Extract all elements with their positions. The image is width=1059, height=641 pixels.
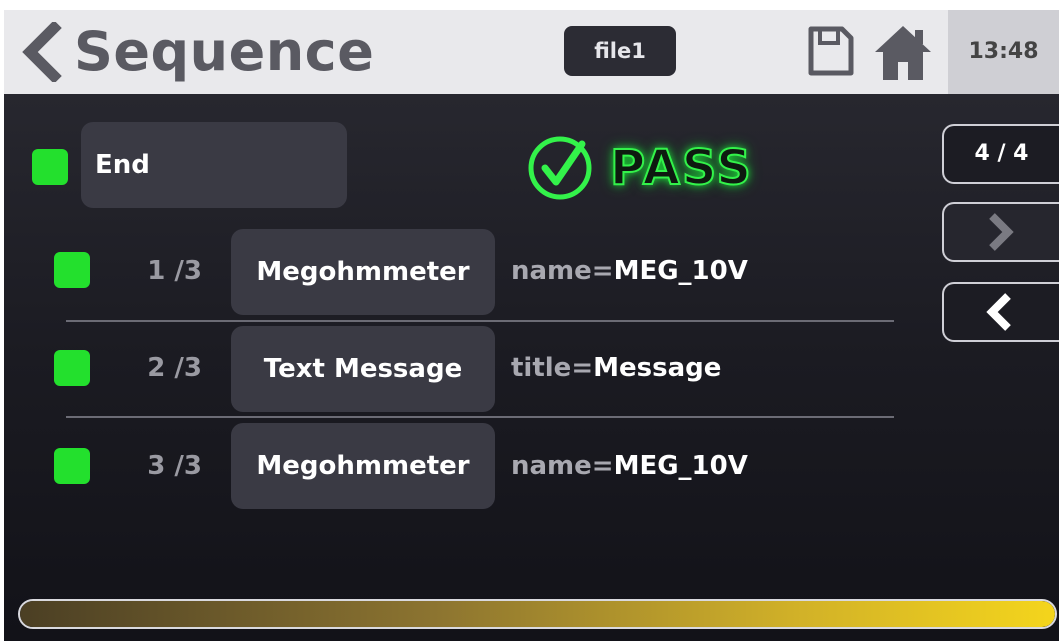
step-status-led bbox=[54, 448, 90, 484]
pass-label: PASS bbox=[609, 139, 753, 197]
page-indicator: 4 / 4 bbox=[942, 124, 1059, 184]
home-button[interactable] bbox=[872, 22, 934, 82]
step-status-led bbox=[54, 252, 90, 288]
step-type-button[interactable]: Megohmmeter bbox=[231, 229, 495, 315]
save-button[interactable] bbox=[806, 24, 856, 78]
step-type-button[interactable]: Megohmmeter bbox=[231, 423, 495, 509]
step-param-key: title= bbox=[511, 353, 594, 383]
next-page-button[interactable] bbox=[942, 202, 1059, 262]
step-index: 2 /3 bbox=[147, 353, 202, 383]
step-param-value: Message bbox=[593, 353, 722, 383]
back-arrow-icon bbox=[22, 20, 62, 84]
home-icon bbox=[875, 26, 931, 80]
progress-bar bbox=[18, 599, 1057, 629]
step-parameter: name=MEG_10V bbox=[511, 256, 748, 286]
save-icon bbox=[808, 26, 854, 76]
step-status-led bbox=[54, 350, 90, 386]
back-button[interactable] bbox=[22, 20, 62, 84]
header-bar: Sequence file1 13:48 bbox=[4, 10, 1059, 94]
step-param-key: name= bbox=[511, 256, 614, 286]
check-circle-icon bbox=[528, 136, 592, 200]
sequence-screen: Sequence file1 13:48 End PASS 4 / 4 1 /3… bbox=[4, 10, 1059, 641]
row-divider bbox=[66, 416, 894, 418]
step-index: 3 /3 bbox=[147, 451, 202, 481]
step-param-value: MEG_10V bbox=[613, 256, 748, 286]
step-param-value: MEG_10V bbox=[613, 451, 748, 481]
previous-page-button[interactable] bbox=[942, 282, 1059, 342]
chevron-left-icon bbox=[986, 293, 1011, 331]
step-parameter: title=Message bbox=[511, 353, 721, 383]
step-param-key: name= bbox=[511, 451, 614, 481]
step-index: 1 /3 bbox=[147, 256, 202, 286]
end-chip[interactable]: End bbox=[81, 122, 347, 208]
page-title: Sequence bbox=[74, 20, 375, 83]
step-parameter: name=MEG_10V bbox=[511, 451, 748, 481]
sequence-status-led bbox=[32, 149, 68, 185]
step-type-button[interactable]: Text Message bbox=[231, 326, 495, 412]
pass-indicator: PASS bbox=[524, 132, 794, 204]
clock: 13:48 bbox=[948, 10, 1059, 94]
row-divider bbox=[66, 320, 894, 322]
chevron-right-icon bbox=[989, 213, 1014, 251]
progress-fill bbox=[20, 601, 1055, 627]
file-name-button[interactable]: file1 bbox=[564, 26, 676, 76]
